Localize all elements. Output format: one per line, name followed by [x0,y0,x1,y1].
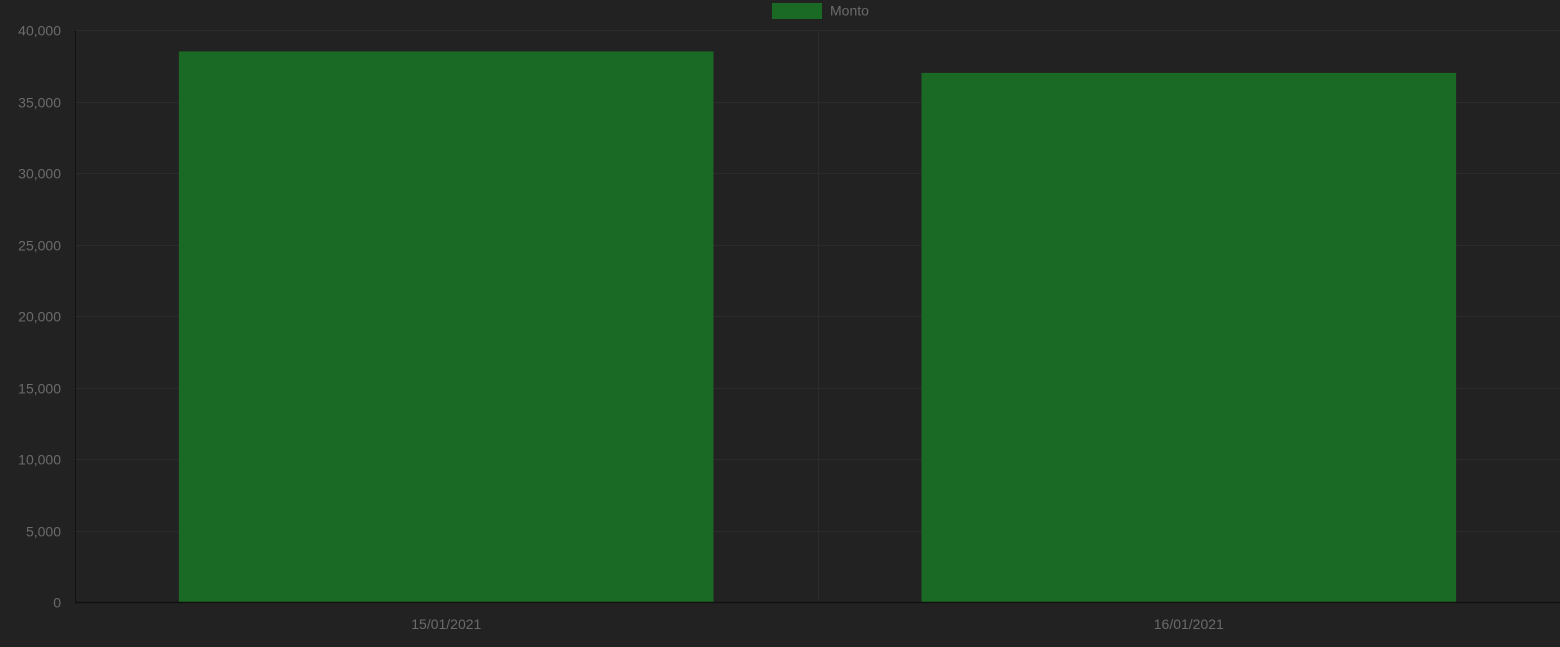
x-tick-label: 15/01/2021 [411,616,481,632]
bar-chart: 0 5,000 10,000 15,000 20,000 25,000 30,000 35,0… [18,3,1560,632]
legend-swatch[interactable] [772,3,822,19]
y-tick-label: 5,000 [26,524,61,540]
y-tick-label: 25,000 [18,238,61,254]
x-axis-ticks: 15/01/2021 16/01/2021 [411,616,1224,632]
y-axis-ticks: 0 5,000 10,000 15,000 20,000 25,000 30,000 35,0… [18,23,61,611]
bar-2[interactable] [921,72,1457,602]
y-tick-label: 40,000 [18,23,61,39]
y-tick-label: 20,000 [18,309,61,325]
bars [178,51,1457,602]
legend[interactable]: Monto [772,3,869,20]
chart-container: 0 5,000 10,000 15,000 20,000 25,000 30,000 35,0… [0,0,1560,642]
y-tick-label: 10,000 [18,452,61,468]
legend-label[interactable]: Monto [830,3,869,19]
y-tick-label: 0 [53,595,61,611]
y-tick-label: 30,000 [18,166,61,182]
bar-1[interactable] [178,51,714,602]
x-tick-label: 16/01/2021 [1154,616,1224,632]
y-tick-label: 15,000 [18,381,61,397]
y-tick-label: 35,000 [18,95,61,111]
